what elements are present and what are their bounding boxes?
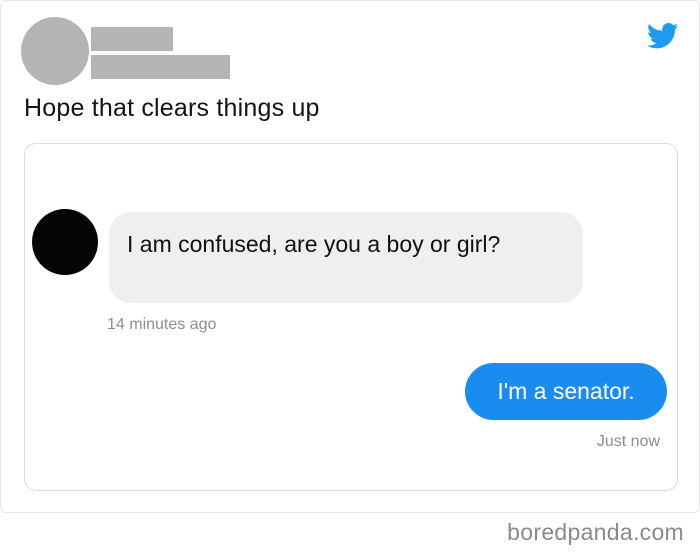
twitter-bird-icon: [647, 23, 679, 49]
outgoing-message-text: I'm a senator.: [497, 378, 635, 404]
outgoing-message-bubble: I'm a senator.: [465, 363, 667, 420]
incoming-message-timestamp: 14 minutes ago: [107, 316, 217, 333]
author-name-redacted[interactable]: [91, 27, 173, 51]
outgoing-message-timestamp: Just now: [596, 433, 660, 450]
incoming-message-text: I am confused, are you a boy or girl?: [127, 231, 501, 257]
sender-avatar: [32, 209, 98, 275]
tweet-text: Hope that clears things up: [24, 94, 320, 122]
watermark: boredpanda.com: [507, 519, 684, 545]
author-avatar-redacted[interactable]: [21, 17, 89, 85]
tweet-card: Hope that clears things up I am confused…: [0, 0, 700, 513]
author-handle-redacted[interactable]: [91, 55, 230, 79]
incoming-message-bubble: I am confused, are you a boy or girl?: [109, 212, 583, 303]
screenshot-media[interactable]: I am confused, are you a boy or girl? 14…: [24, 143, 678, 491]
